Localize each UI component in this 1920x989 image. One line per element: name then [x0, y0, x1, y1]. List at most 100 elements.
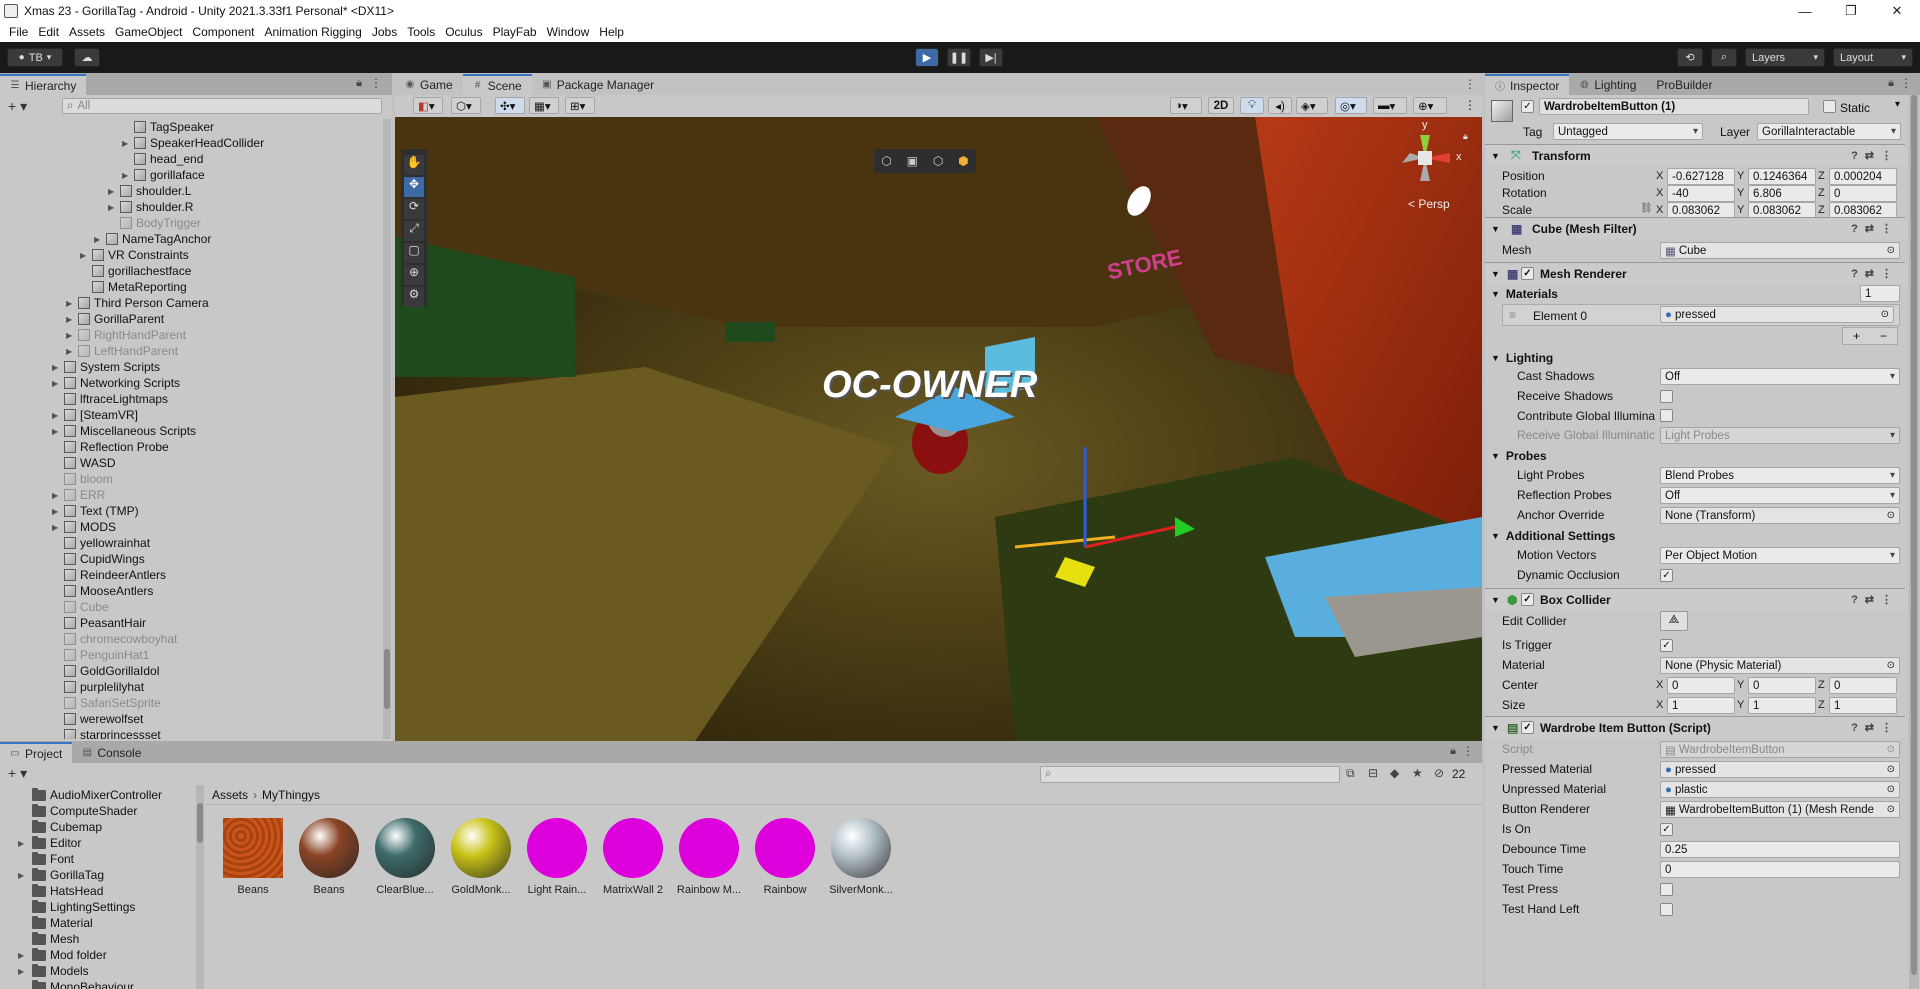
- project-folder[interactable]: AudioMixerController: [18, 787, 162, 803]
- component-tools-icons[interactable]: ?⇄⋮: [1851, 721, 1899, 734]
- layers-dropdown[interactable]: Layers ▾: [1745, 48, 1825, 67]
- rotation-x-field[interactable]: -40: [1667, 185, 1735, 202]
- mesh-field[interactable]: ▦ Cube ⊙: [1660, 242, 1900, 259]
- menu-gameobject[interactable]: GameObject: [115, 25, 182, 39]
- tab-probuilder[interactable]: ProBuilder: [1646, 74, 1722, 95]
- test-hand-left-checkbox[interactable]: [1660, 903, 1673, 916]
- project-folder[interactable]: LightingSettings: [18, 899, 135, 915]
- size-z-field[interactable]: 1: [1829, 697, 1897, 714]
- expand-arrow-icon[interactable]: ▶: [52, 363, 62, 372]
- contribute-gi-checkbox[interactable]: [1660, 409, 1673, 422]
- lock-icon[interactable]: 🔒︎: [356, 77, 362, 90]
- touch-time-field[interactable]: 0: [1660, 861, 1900, 878]
- rotation-y-field[interactable]: 6.806: [1748, 185, 1816, 202]
- target-icon[interactable]: ⊙: [1887, 510, 1895, 521]
- hand-tool-icon[interactable]: ✋: [404, 155, 424, 175]
- project-folder[interactable]: ▶ GorillaTag: [18, 867, 104, 883]
- debounce-time-field[interactable]: 0.25: [1660, 841, 1900, 858]
- expand-arrow-icon[interactable]: ▶: [80, 251, 90, 260]
- unpressed-material-field[interactable]: ● plastic ⊙: [1660, 781, 1900, 798]
- hierarchy-item[interactable]: PeasantHair: [52, 615, 146, 631]
- script-enabled-checkbox[interactable]: ✓: [1521, 721, 1534, 734]
- expand-arrow-icon[interactable]: ▶: [18, 839, 32, 848]
- hierarchy-item[interactable]: ▶ Third Person Camera: [66, 295, 209, 311]
- is-on-checkbox[interactable]: ✓: [1660, 823, 1673, 836]
- hierarchy-item[interactable]: ReindeerAntlers: [52, 567, 166, 583]
- expand-arrow-icon[interactable]: ▶: [66, 299, 76, 308]
- menu-tools[interactable]: Tools: [407, 25, 435, 39]
- menu-jobs[interactable]: Jobs: [372, 25, 397, 39]
- hierarchy-scroll-thumb[interactable]: [384, 649, 390, 709]
- asset-tile[interactable]: SilverMonk...: [826, 818, 896, 896]
- asset-tile[interactable]: Rainbow M...: [674, 818, 744, 896]
- component-tools-icons[interactable]: ?⇄⋮: [1851, 593, 1899, 606]
- tab-project[interactable]: ▭ Project: [0, 742, 73, 763]
- project-folder[interactable]: Material: [18, 915, 93, 931]
- cast-shadows-dropdown[interactable]: Off: [1660, 368, 1900, 385]
- asset-tile[interactable]: Light Rain...: [522, 818, 592, 896]
- target-icon[interactable]: ⊙: [1887, 245, 1895, 256]
- target-icon[interactable]: ⊙: [1887, 764, 1895, 775]
- visibility-dropdown[interactable]: ◎ ▾: [1335, 97, 1367, 114]
- undo-history-button[interactable]: ⟲: [1677, 48, 1703, 67]
- hierarchy-item[interactable]: ▶ RightHandParent: [66, 327, 186, 343]
- menu-window[interactable]: Window: [547, 25, 590, 39]
- dynamic-occlusion-checkbox[interactable]: ✓: [1660, 569, 1673, 582]
- expand-arrow-icon[interactable]: ▶: [52, 507, 62, 516]
- static-dropdown-icon[interactable]: ▾: [1895, 99, 1900, 110]
- lock-icon[interactable]: 🔒︎: [1888, 77, 1894, 90]
- hierarchy-item[interactable]: ▶ shoulder.R: [108, 199, 193, 215]
- custom-tool-icon[interactable]: ⚙: [404, 287, 424, 307]
- tab-game[interactable]: ◉ Game: [395, 74, 463, 95]
- anchor-override-field[interactable]: None (Transform) ⊙: [1660, 507, 1900, 524]
- asset-tile[interactable]: Beans: [294, 818, 364, 896]
- bounds-tool-icon[interactable]: ▣: [907, 154, 918, 168]
- hierarchy-item[interactable]: chromecowboyhat: [52, 631, 177, 647]
- test-press-checkbox[interactable]: [1660, 883, 1673, 896]
- hierarchy-item[interactable]: head_end: [122, 151, 203, 167]
- close-button[interactable]: ✕: [1874, 0, 1920, 22]
- size-y-field[interactable]: 1: [1748, 697, 1816, 714]
- minimize-button[interactable]: —: [1782, 0, 1828, 22]
- hierarchy-item[interactable]: ▶ GorillaParent: [66, 311, 164, 327]
- persp-label[interactable]: < Persp: [1408, 197, 1450, 211]
- size-x-field[interactable]: 1: [1667, 697, 1735, 714]
- menu-playfab[interactable]: PlayFab: [493, 25, 537, 39]
- remove-icon[interactable]: −: [1880, 329, 1887, 343]
- hierarchy-item[interactable]: ▶ gorillaface: [122, 167, 205, 183]
- element0-field[interactable]: ● pressed ⊙: [1660, 306, 1894, 323]
- hierarchy-item[interactable]: PenguinHat1: [52, 647, 149, 663]
- add-icon[interactable]: + ▾: [8, 765, 27, 782]
- target-icon[interactable]: ⊙: [1886, 804, 1895, 815]
- center-z-field[interactable]: 0: [1829, 677, 1897, 694]
- more-menu-icon[interactable]: ⋮: [1464, 77, 1476, 91]
- render-mode-dropdown[interactable]: ⬡ ▾: [451, 97, 481, 114]
- effects-dropdown[interactable]: ◈ ▾: [1296, 97, 1328, 114]
- probes-foldout[interactable]: ▼ Probes: [1485, 446, 1905, 465]
- rotate-tool-icon[interactable]: ⟳: [404, 199, 424, 219]
- box-collider-enabled-checkbox[interactable]: ✓: [1521, 593, 1534, 606]
- tab-scene[interactable]: # Scene: [462, 74, 532, 95]
- transform-header[interactable]: ▼ ⤧ Transform ?⇄⋮: [1485, 144, 1905, 166]
- more-menu-icon[interactable]: ⋮: [1464, 98, 1476, 112]
- hierarchy-item[interactable]: bloom: [52, 471, 113, 487]
- orientation-gizmo[interactable]: y x 🔒︎ < Persp: [1380, 119, 1470, 213]
- expand-arrow-icon[interactable]: ▶: [18, 951, 32, 960]
- rect-tool-icon[interactable]: ▢: [404, 243, 424, 263]
- expand-arrow-icon[interactable]: ▶: [66, 315, 76, 324]
- inspector-scrollbar[interactable]: [1909, 95, 1919, 989]
- hierarchy-item[interactable]: lftraceLightmaps: [52, 391, 168, 407]
- target-icon[interactable]: ⊙: [1881, 309, 1889, 320]
- project-folder[interactable]: ▶ Models: [18, 963, 89, 979]
- physic-material-field[interactable]: None (Physic Material) ⊙: [1660, 657, 1900, 674]
- project-folder[interactable]: HatsHead: [18, 883, 103, 899]
- project-folder[interactable]: ▶ Editor: [18, 835, 81, 851]
- play-button[interactable]: ▶: [915, 48, 939, 67]
- hierarchy-item[interactable]: TagSpeaker: [122, 119, 214, 135]
- scene-viewport[interactable]: OC-OWNER STORE ✋ ✥ ⟳ ⤢ ▢ ⊕ ⚙ ⬡ ▣ ⬡ ⬢ y x…: [395, 117, 1482, 741]
- position-z-field[interactable]: 0.000204: [1829, 168, 1897, 185]
- menu-help[interactable]: Help: [599, 25, 624, 39]
- mesh-renderer-enabled-checkbox[interactable]: ✓: [1521, 267, 1534, 280]
- audio-toggle[interactable]: ◂): [1268, 97, 1292, 114]
- expand-arrow-icon[interactable]: ▶: [18, 967, 32, 976]
